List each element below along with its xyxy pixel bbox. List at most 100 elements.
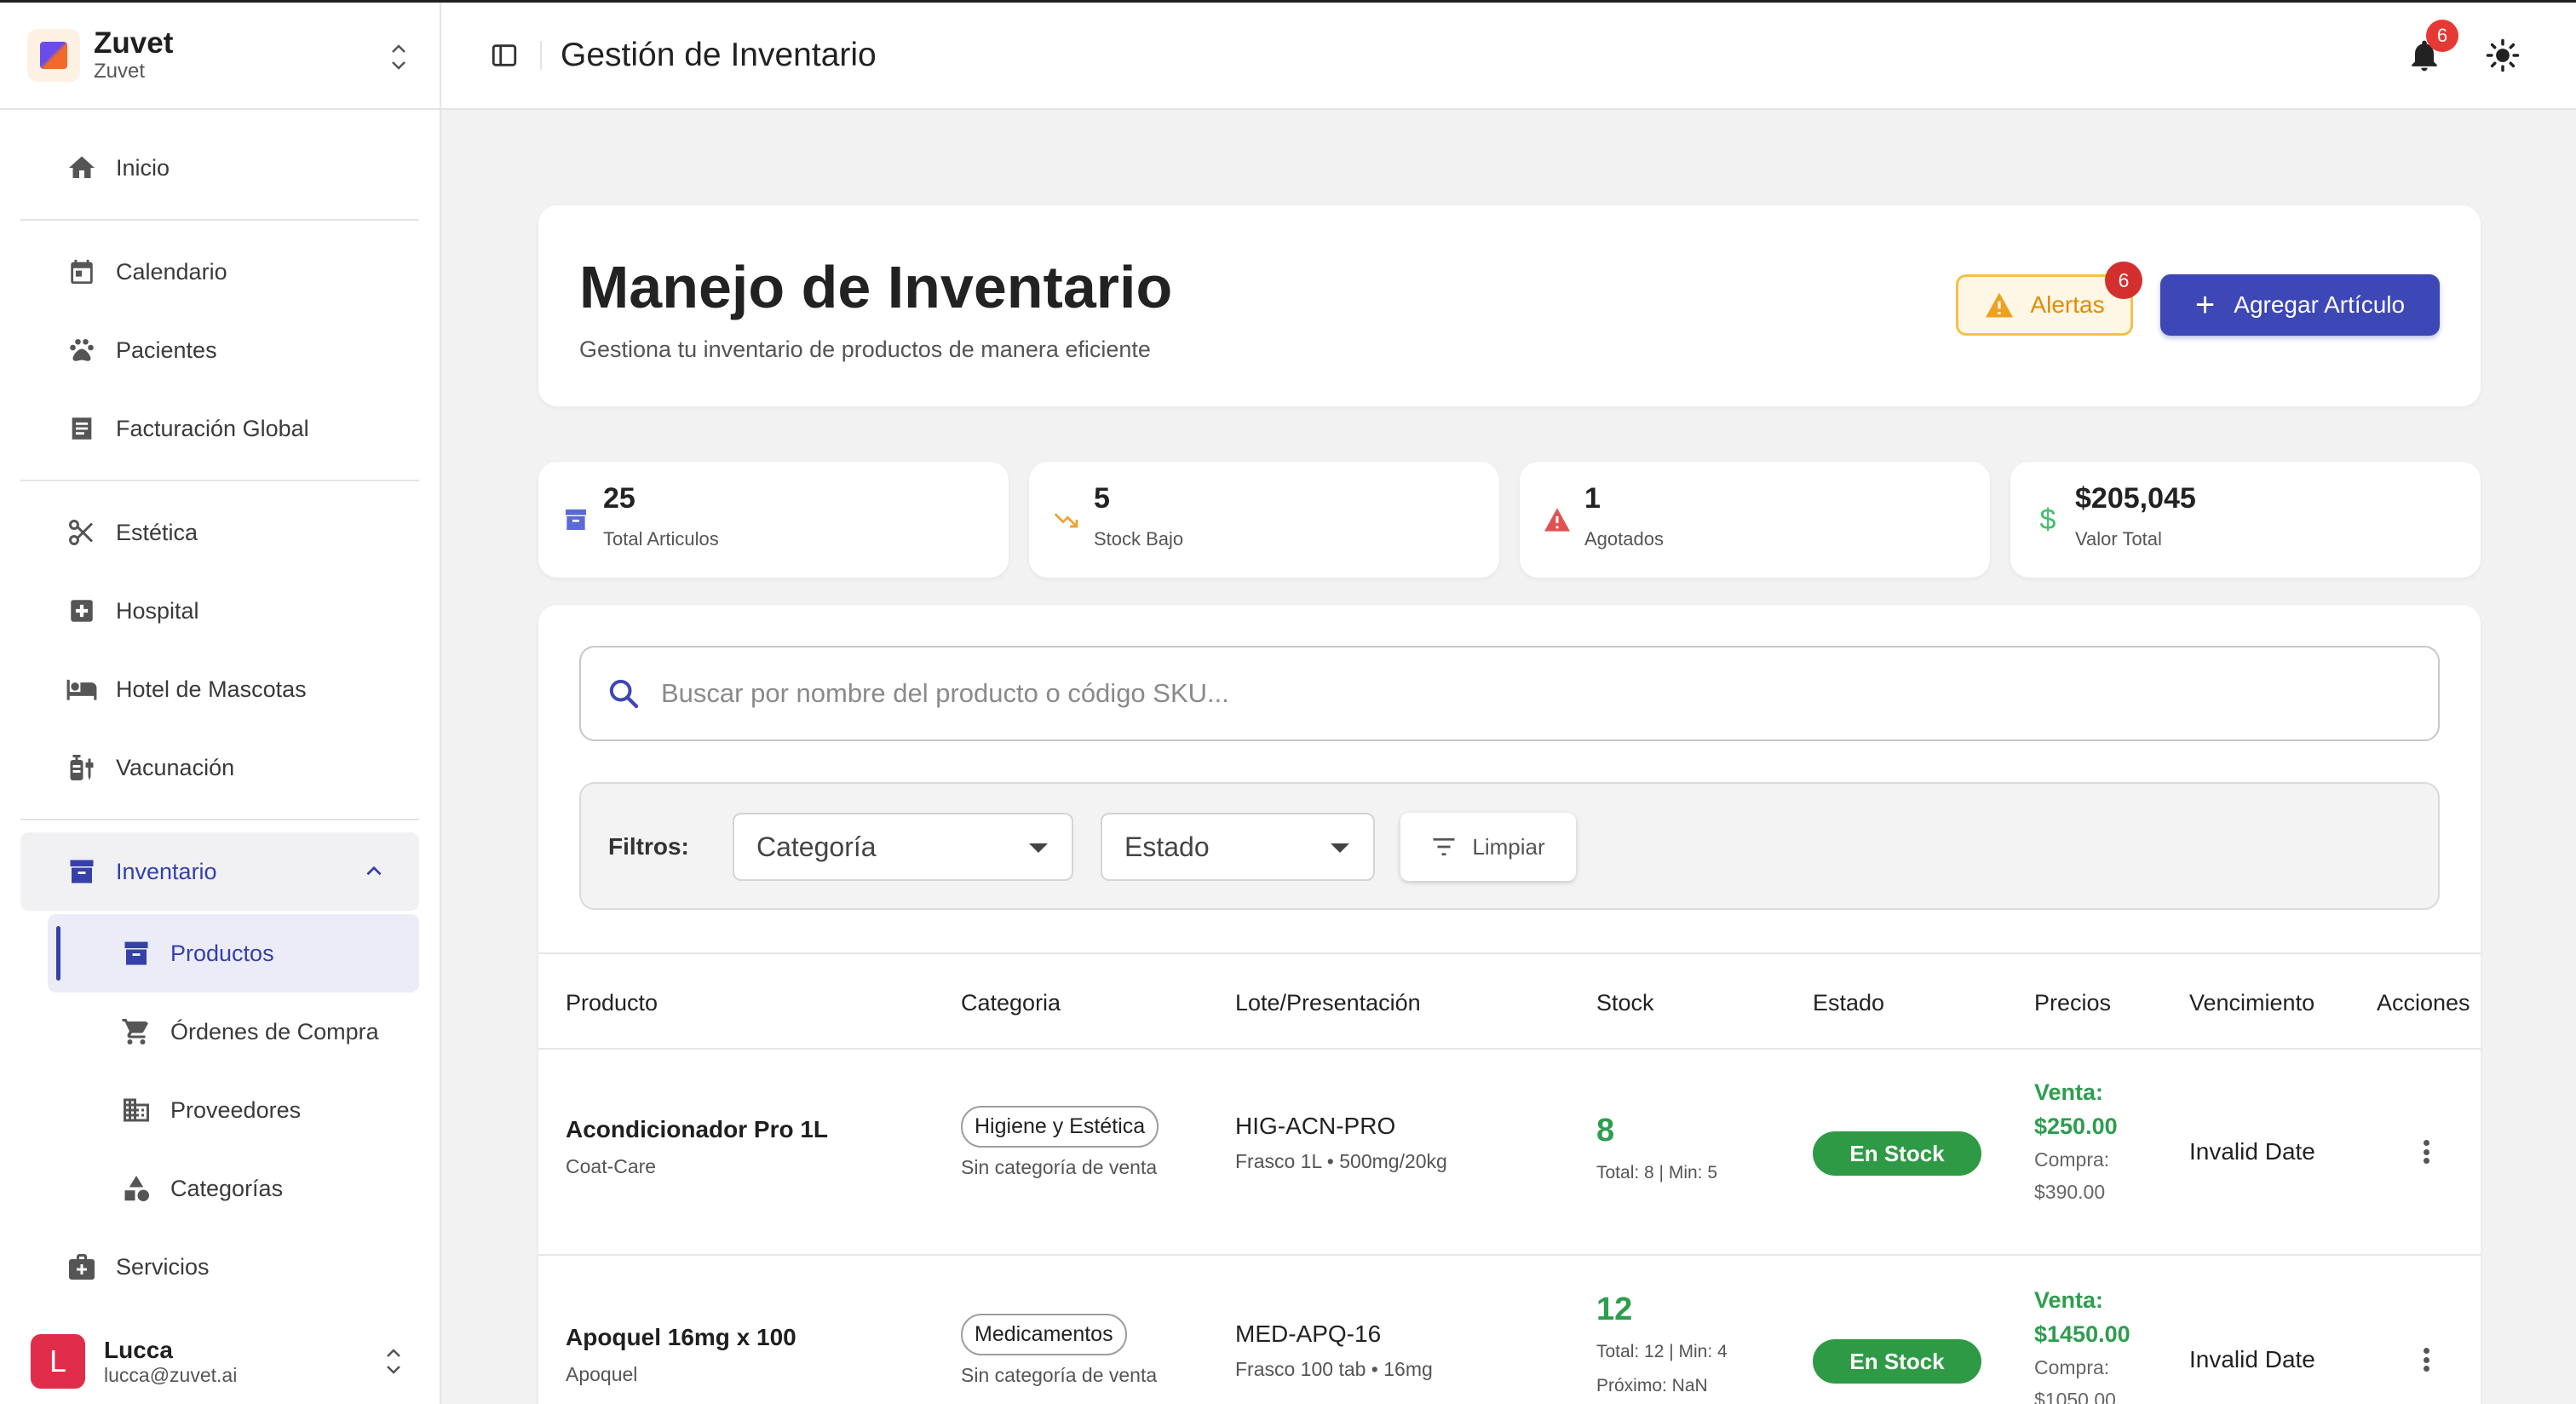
sidebar: Zuvet Zuvet Inicio Calendario Pacientes … <box>0 3 441 1404</box>
column-header[interactable]: Lote/Presentación <box>1235 990 1421 1016</box>
chevron-up-icon <box>366 866 382 876</box>
sidebar-item-productos[interactable]: Productos <box>48 914 419 993</box>
sidebar-item-hospital[interactable]: Hospital <box>20 572 419 650</box>
sidebar-item-estetica[interactable]: Estética <box>20 493 419 572</box>
expiry-date: Invalid Date <box>2189 1138 2315 1165</box>
stat-card-low-stock: 5 Stock Bajo <box>1029 462 1499 578</box>
product-name: Acondicionador Pro 1L <box>566 1116 829 1142</box>
sidebar-item-facturacion[interactable]: Facturación Global <box>20 389 419 468</box>
header-divider <box>540 41 542 70</box>
hospital-icon <box>65 594 99 628</box>
sidebar-nav: Inicio Calendario Pacientes Facturación … <box>0 110 440 1306</box>
sale-price: $1450.00 <box>2034 1321 2130 1347</box>
table-row[interactable]: Apoquel 16mg x 100 Apoquel Medicamentos … <box>538 1257 2481 1404</box>
building-icon <box>119 1093 153 1127</box>
more-actions-icon[interactable] <box>2421 1135 2431 1169</box>
vaccine-icon <box>65 751 99 785</box>
column-header[interactable]: Estado <box>1813 990 1884 1016</box>
stat-label: Stock Bajo <box>1094 528 1184 550</box>
notifications-button[interactable]: 6 <box>2402 20 2458 78</box>
caret-down-icon <box>1029 843 1048 853</box>
sale-price-label: Venta: <box>2034 1287 2104 1313</box>
column-header[interactable]: Vencimiento <box>2189 990 2314 1016</box>
add-item-label: Agregar Artículo <box>2234 291 2406 318</box>
column-header[interactable]: Acciones <box>2377 990 2470 1016</box>
stat-value: 1 <box>1584 482 1601 515</box>
filters-bar: Filtros: Categoría Estado Limpiar <box>579 782 2440 910</box>
avatar: L <box>31 1334 85 1389</box>
stat-value: 25 <box>603 482 635 515</box>
sidebar-item-label: Categorías <box>170 1175 284 1201</box>
sidebar-item-pacientes[interactable]: Pacientes <box>20 311 419 389</box>
presentation: Frasco 100 tab • 16mg <box>1235 1358 1433 1380</box>
sidebar-item-vacunacion[interactable]: Vacunación <box>20 728 419 807</box>
brand-logo <box>27 29 80 82</box>
stock-value: 8 <box>1596 1113 1615 1148</box>
category-chip: Medicamentos <box>961 1314 1127 1355</box>
alerts-label: Alertas <box>2030 291 2105 318</box>
stock-detail: Total: 12 | Min: 4 <box>1596 1342 1728 1361</box>
column-header[interactable]: Precios <box>2034 990 2111 1016</box>
expiry-date: Invalid Date <box>2189 1346 2315 1372</box>
scissors-icon <box>65 515 99 550</box>
stat-value: $205,045 <box>2075 482 2196 515</box>
sidebar-item-hotel[interactable]: Hotel de Mascotas <box>20 650 419 728</box>
workspace-switcher[interactable]: Zuvet Zuvet <box>0 3 440 110</box>
top-header: Gestión de Inventario 6 <box>441 3 2576 110</box>
cart-icon <box>119 1015 153 1049</box>
status-select-value: Estado <box>1124 831 1210 862</box>
column-header[interactable]: Stock <box>1596 990 1654 1016</box>
sidebar-item-inicio[interactable]: Inicio <box>20 129 419 207</box>
medkit-icon <box>65 1250 99 1284</box>
shapes-icon <box>119 1171 153 1205</box>
more-actions-icon[interactable] <box>2421 1343 2431 1377</box>
stock-next: Próximo: NaN <box>1596 1376 1708 1395</box>
stat-value: 5 <box>1094 482 1110 515</box>
sidebar-item-label: Pacientes <box>116 337 217 363</box>
calendar-icon <box>65 255 99 289</box>
product-brand: Coat-Care <box>566 1155 657 1177</box>
warning-icon <box>1986 292 2014 318</box>
stock-detail: Total: 8 | Min: 5 <box>1596 1163 1718 1182</box>
divider <box>20 219 419 221</box>
column-header[interactable]: Producto <box>566 990 658 1016</box>
user-name: Lucca <box>104 1336 173 1363</box>
notification-count-badge: 6 <box>2426 20 2458 52</box>
status-badge: En Stock <box>1813 1131 1981 1176</box>
sidebar-item-proveedores[interactable]: Proveedores <box>20 1071 419 1149</box>
product-brand: Apoquel <box>566 1363 638 1385</box>
clear-filters-button[interactable]: Limpiar <box>1400 813 1576 881</box>
category-select-value: Categoría <box>756 831 877 862</box>
user-menu[interactable]: L Lucca lucca@zuvet.ai <box>0 1319 440 1404</box>
bed-icon <box>65 672 99 706</box>
sidebar-toggle-button[interactable] <box>487 38 521 72</box>
purchase-price-label: Compra: <box>2034 1148 2110 1171</box>
alerts-button[interactable]: Alertas 6 <box>1956 262 2142 336</box>
sidebar-item-categorias[interactable]: Categorías <box>20 1149 419 1228</box>
sidebar-item-calendario[interactable]: Calendario <box>20 233 419 311</box>
clear-filters-label: Limpiar <box>1472 833 1545 860</box>
chevrons-up-down-icon <box>387 1349 400 1374</box>
status-badge: En Stock <box>1813 1339 1981 1384</box>
column-header[interactable]: Categoria <box>961 990 1061 1016</box>
warning-icon <box>1542 504 1573 535</box>
trending-down-icon <box>1051 504 1082 535</box>
category-select[interactable]: Categoría <box>733 813 1073 881</box>
sidebar-item-label: Inventario <box>116 858 217 884</box>
sidebar-item-label: Hospital <box>116 597 199 624</box>
add-item-button[interactable]: + Agregar Artículo <box>2160 274 2440 336</box>
theme-toggle-button[interactable] <box>2481 33 2525 78</box>
search-placeholder: Buscar por nombre del producto o código … <box>661 678 1229 708</box>
table-row[interactable]: Acondicionador Pro 1L Coat-Care Higiene … <box>538 1050 2481 1256</box>
user-email: lucca@zuvet.ai <box>104 1363 238 1386</box>
sidebar-item-inventario[interactable]: Inventario <box>20 832 419 911</box>
table-header: Producto Categoria Lote/Presentación Sto… <box>538 952 2481 1050</box>
search-input[interactable]: Buscar por nombre del producto o código … <box>579 646 2440 741</box>
sidebar-item-ordenes[interactable]: Órdenes de Compra <box>20 993 419 1071</box>
product-name: Apoquel 16mg x 100 <box>566 1324 796 1350</box>
status-select[interactable]: Estado <box>1101 813 1375 881</box>
sidebar-item-servicios[interactable]: Servicios <box>20 1228 419 1306</box>
presentation: Frasco 1L • 500mg/20kg <box>1235 1150 1447 1172</box>
inventory-icon <box>65 854 99 889</box>
inventory-icon <box>119 936 153 970</box>
